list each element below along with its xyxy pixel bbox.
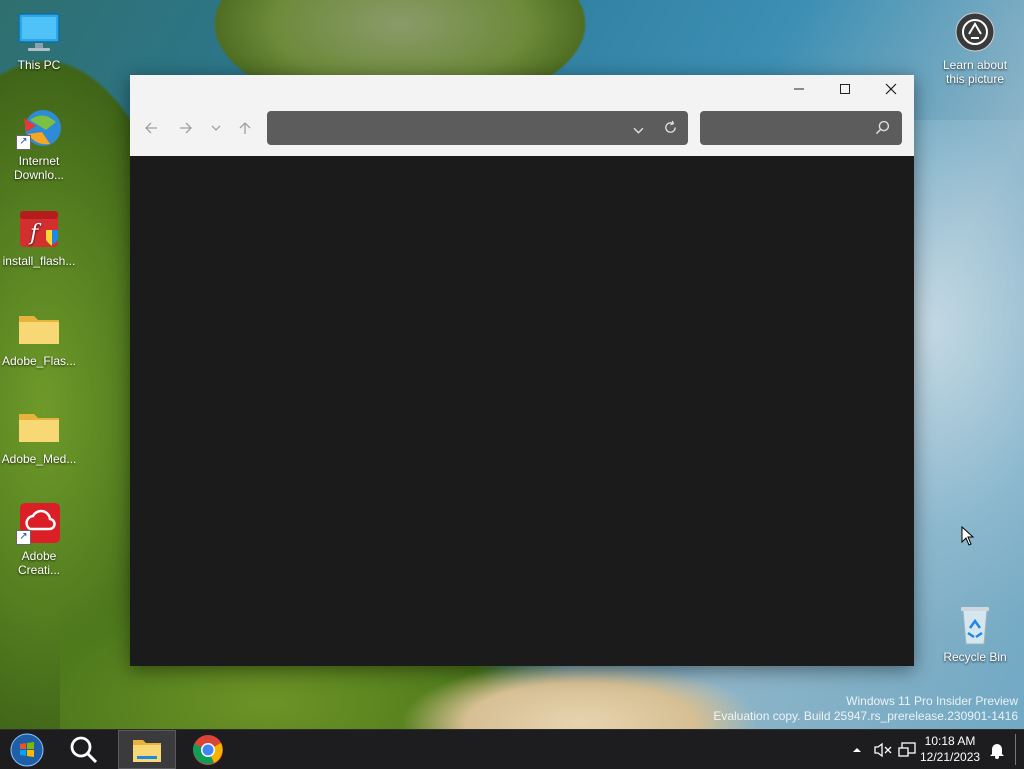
shortcut-arrow-icon: ↗ <box>16 530 31 545</box>
mouse-cursor-icon <box>961 525 975 551</box>
folder-icon <box>16 406 62 448</box>
desktop-icon-this-pc[interactable]: This PC <box>0 12 78 72</box>
refresh-icon <box>665 120 676 133</box>
desktop-icon-label: Adobe_Med... <box>1 452 77 466</box>
recycle-bin-icon <box>952 604 998 646</box>
file-explorer-window[interactable] <box>130 75 914 666</box>
taskbar: 10:18 AM 12/21/2023 <box>0 729 1024 769</box>
desktop-folder-adobe-media[interactable]: Adobe_Med... <box>0 406 78 466</box>
desktop-icon-label: Internet Downlo... <box>13 154 65 182</box>
arrow-right-icon <box>180 122 192 134</box>
taskbar-file-explorer[interactable] <box>118 730 176 769</box>
shortcut-arrow-icon: ↗ <box>16 135 31 150</box>
desktop-icon-internet-download-manager[interactable]: ↗ Internet Downlo... <box>0 108 78 182</box>
notifications-button[interactable] <box>986 730 1008 769</box>
creative-cloud-icon: ↗ <box>16 503 62 545</box>
window-title-bar[interactable] <box>130 75 914 156</box>
desktop-icon-adobe-creative-cloud[interactable]: ↗ Adobe Creati... <box>0 503 78 577</box>
arrow-left-icon <box>145 122 157 134</box>
windows-watermark: Windows 11 Pro Insider Preview Evaluatio… <box>713 694 1018 724</box>
forward-button[interactable] <box>173 115 199 141</box>
recent-locations-button[interactable] <box>203 115 229 141</box>
flash-installer-icon: f <box>16 208 62 250</box>
close-icon <box>885 83 897 95</box>
show-hidden-icons-button[interactable] <box>849 730 865 769</box>
chevron-up-icon <box>853 747 861 752</box>
chevron-down-icon <box>633 127 644 134</box>
windows-orb-icon <box>10 733 44 766</box>
desktop-icon-recycle-bin[interactable]: Recycle Bin <box>936 604 1014 664</box>
arrow-up-icon <box>239 122 251 134</box>
folder-icon <box>16 308 62 350</box>
search-box[interactable] <box>700 111 902 145</box>
taskbar-search-button[interactable] <box>62 730 106 769</box>
search-icon <box>70 736 98 763</box>
desktop-folder-adobe-flash[interactable]: Adobe_Flas... <box>0 308 78 368</box>
clock-date: 12/21/2023 <box>920 750 981 764</box>
minimize-icon <box>794 88 804 90</box>
taskbar-clock[interactable]: 10:18 AM 12/21/2023 <box>920 733 980 765</box>
maximize-icon <box>840 84 850 94</box>
taskbar-chrome[interactable] <box>186 730 230 769</box>
up-button[interactable] <box>232 115 258 141</box>
idm-icon: ↗ <box>16 108 62 150</box>
speaker-muted-icon <box>874 742 892 757</box>
camera-info-icon <box>952 12 998 54</box>
desktop-icon-label: install_flash... <box>2 254 76 268</box>
window-content-area[interactable] <box>130 156 914 666</box>
desktop-icon-label: Adobe Creati... <box>17 549 60 577</box>
chevron-down-icon <box>211 125 221 131</box>
address-bar[interactable] <box>267 111 688 145</box>
desktop-icon-label: Recycle Bin <box>943 650 1007 664</box>
back-button[interactable] <box>138 115 164 141</box>
monitor-icon <box>16 12 62 54</box>
start-button[interactable] <box>4 730 50 769</box>
tray-network-button[interactable] <box>896 730 918 769</box>
close-button[interactable] <box>868 75 914 103</box>
watermark-line1: Windows 11 Pro Insider Preview <box>846 694 1018 708</box>
file-explorer-icon <box>133 739 161 762</box>
maximize-button[interactable] <box>822 75 868 103</box>
search-icon[interactable] <box>875 120 890 140</box>
minimize-button[interactable] <box>776 75 822 103</box>
watermark-line2: Evaluation copy. Build 25947.rs_prerelea… <box>713 709 1018 723</box>
network-icon <box>898 741 916 757</box>
bell-icon <box>990 743 1004 759</box>
tray-volume-button[interactable] <box>872 730 894 769</box>
desktop-icon-label: Adobe_Flas... <box>1 354 77 368</box>
clock-time: 10:18 AM <box>924 734 976 748</box>
desktop-icon-learn-about-picture[interactable]: Learn about this picture <box>936 12 1014 86</box>
show-desktop-button[interactable] <box>1015 734 1022 765</box>
refresh-button[interactable] <box>663 120 678 140</box>
desktop-icon-install-flash[interactable]: f install_flash... <box>0 208 78 268</box>
desktop-icon-label: Learn about this picture <box>942 58 1008 86</box>
desktop-icon-label: This PC <box>17 58 61 72</box>
chrome-icon <box>193 734 223 765</box>
address-dropdown-button[interactable] <box>633 123 644 141</box>
